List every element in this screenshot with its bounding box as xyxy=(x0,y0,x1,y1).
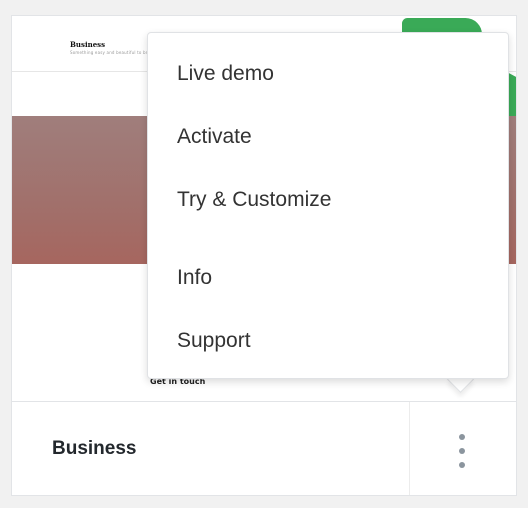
menu-item-support[interactable]: Support xyxy=(177,329,251,353)
kebab-dot xyxy=(459,448,465,454)
menu-item-live-demo[interactable]: Live demo xyxy=(177,62,274,86)
menu-item-info[interactable]: Info xyxy=(177,266,212,290)
preview-logo: Business xyxy=(70,40,106,49)
page: Business Something easy and beautiful to… xyxy=(0,0,528,508)
theme-name[interactable]: Business xyxy=(52,438,136,460)
kebab-dot xyxy=(459,434,465,440)
more-button-area[interactable] xyxy=(409,402,516,495)
preview-tagline: Something easy and beautiful to browse xyxy=(70,50,159,55)
menu-item-activate[interactable]: Activate xyxy=(177,125,252,149)
menu-item-try-customize[interactable]: Try & Customize xyxy=(177,188,331,212)
theme-card-footer: Business xyxy=(12,401,516,495)
kebab-vertical-icon[interactable] xyxy=(454,434,470,470)
theme-actions-menu: Live demo Activate Try & Customize Info … xyxy=(147,32,509,379)
kebab-dot xyxy=(459,462,465,468)
